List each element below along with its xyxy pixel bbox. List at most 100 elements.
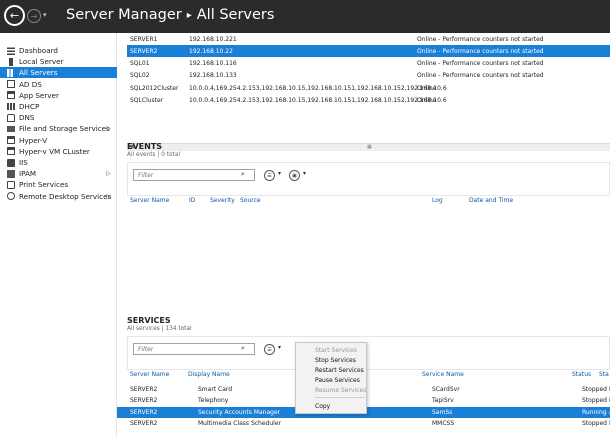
col-server-name[interactable]: Server Name	[130, 371, 169, 378]
service-display-name: Smart Card	[198, 386, 233, 393]
server-name: SQL01	[130, 60, 150, 68]
app-server-icon	[7, 91, 15, 100]
sidebar-item-label: IIS	[19, 158, 28, 167]
context-menu-item[interactable]: Copy	[296, 401, 368, 411]
service-server: SERVER2	[130, 419, 158, 427]
sidebar-item[interactable]: Hyper-V	[0, 135, 117, 146]
scroll-thumb[interactable]: ▦	[367, 144, 372, 150]
hyper-v-cluster-icon	[7, 147, 15, 156]
sidebar-item[interactable]: Remote Desktop Services ▷	[0, 191, 117, 202]
hyper-v-icon	[7, 136, 15, 145]
dhcp-icon	[7, 103, 15, 110]
col-service-name[interactable]: Service Name	[422, 371, 464, 378]
sidebar-item[interactable]: AD DS	[0, 79, 117, 90]
sidebar-item[interactable]: DHCP	[0, 101, 117, 112]
service-name: MMCSS	[432, 419, 455, 427]
chevron-down-icon[interactable]: ▾	[278, 344, 281, 351]
history-dropdown-icon[interactable]: ▾	[43, 11, 47, 19]
service-server: SERVER2	[130, 397, 158, 405]
save-view-icon[interactable]: ▣	[289, 170, 300, 181]
server-row[interactable]: SERVER2 192.168.10.22 Online - Performance…	[127, 45, 610, 58]
title-bar: ← → ▾ Server Manager ▸ All Servers	[0, 0, 610, 33]
server-row[interactable]: SERVER1 192.168.10.221 Online - Performanc…	[127, 33, 610, 45]
file-storage-icon	[7, 125, 15, 132]
servers-icon	[7, 68, 15, 77]
sidebar-item[interactable]: App Server	[0, 90, 117, 101]
ad-ds-icon	[7, 80, 15, 89]
sidebar-item[interactable]: All Servers	[0, 67, 117, 79]
sidebar-item[interactable]: Print Services	[0, 179, 117, 190]
events-title: EVENTS	[127, 142, 163, 151]
expand-arrow-icon[interactable]: ▷	[106, 170, 111, 177]
expand-arrow-icon[interactable]: ▷	[106, 193, 111, 200]
service-name: SamSs	[432, 408, 453, 416]
forward-button[interactable]: →	[27, 9, 41, 23]
context-menu-item[interactable]: Stop Services	[296, 355, 368, 365]
events-filter-input[interactable]	[133, 169, 255, 181]
chevron-down-icon[interactable]: ▾	[278, 170, 281, 177]
sidebar-item[interactable]: IIS	[0, 157, 117, 168]
server-name: SQLCluster	[130, 97, 164, 104]
context-menu-item[interactable]: Restart Services	[296, 365, 368, 375]
sidebar-item-label: File and Storage Services	[19, 124, 110, 134]
sidebar-item-label: Remote Desktop Services	[19, 191, 112, 201]
search-icon[interactable]: ⌕	[241, 170, 245, 179]
server-status: Online - Performance counters not starte…	[417, 35, 544, 43]
title-app: Server Manager	[66, 7, 182, 23]
sidebar-item-label: DHCP	[19, 102, 40, 111]
title-separator: ▸	[186, 10, 192, 21]
service-display-name: Telephony	[198, 397, 229, 405]
service-status: Stopped	[582, 386, 607, 393]
print-icon	[7, 180, 15, 189]
chevron-down-icon[interactable]: ▾	[303, 170, 306, 177]
service-row[interactable]: SERVER2 Multimedia Class Scheduler MMCSS St…	[117, 418, 610, 429]
col-date-time[interactable]: Date and Time	[469, 197, 513, 204]
service-name: TapiSrv	[432, 397, 454, 405]
col-log[interactable]: Log	[432, 197, 443, 204]
col-source[interactable]: Source	[240, 197, 261, 204]
col-startup[interactable]: Sta	[599, 371, 609, 378]
sidebar-item[interactable]: Local Server	[0, 56, 117, 67]
context-menu-item[interactable]: Pause Services	[296, 375, 368, 385]
server-row[interactable]: SQL01 192.168.10.116 Online - Performance …	[127, 58, 610, 70]
server-ip: 192.168.10.116	[189, 60, 237, 68]
col-id[interactable]: ID	[189, 197, 195, 204]
service-display-name: Security Accounts Manager	[198, 408, 281, 416]
list-view-icon[interactable]: ☰	[264, 170, 275, 181]
sidebar-item[interactable]: Dashboard	[0, 45, 117, 56]
service-display-name: Multimedia Class Scheduler	[198, 419, 281, 427]
events-subtitle: All events | 0 total	[127, 152, 180, 158]
sidebar-item[interactable]: DNS	[0, 112, 117, 123]
server-name: SERVER2	[130, 47, 158, 55]
server-row[interactable]: SQL2012Cluster 10.0.0.4,169.254.2.153,192…	[127, 82, 610, 94]
list-view-icon[interactable]: ☰	[264, 344, 275, 355]
sidebar-item-label: IPAM	[19, 169, 37, 179]
search-icon[interactable]: ⌕	[241, 344, 245, 353]
col-status[interactable]: Status	[572, 371, 591, 378]
server-ip: 192.168.10.221	[189, 35, 237, 43]
server-name: SQL2012Cluster	[130, 84, 179, 92]
col-severity[interactable]: Severity	[210, 197, 235, 204]
back-arrow-icon: ←	[9, 9, 20, 22]
col-display-name[interactable]: Display Name	[188, 371, 230, 378]
horizontal-scrollbar[interactable]: ◀ ▦	[127, 143, 610, 151]
sidebar-item-label: Dashboard	[19, 46, 58, 55]
sidebar-item-label: DNS	[19, 113, 35, 123]
server-row[interactable]: SQLCluster 10.0.0.4,169.254.2.153,192.168…	[127, 95, 610, 107]
services-filter-input[interactable]	[133, 343, 255, 355]
service-status: Stopped	[582, 397, 607, 405]
service-status: Running	[582, 408, 607, 416]
back-button[interactable]: ←	[4, 5, 25, 26]
expand-arrow-icon[interactable]: ▷	[106, 125, 111, 132]
remote-desktop-icon	[7, 192, 15, 201]
sidebar-item[interactable]: IPAM ▷	[0, 168, 117, 179]
service-status: Stopped	[582, 419, 607, 427]
server-ip: 192.168.10.133	[189, 72, 237, 80]
window-title: Server Manager ▸ All Servers	[66, 7, 274, 23]
sidebar-item-label: All Servers	[19, 68, 58, 78]
col-server-name[interactable]: Server Name	[130, 197, 169, 204]
sidebar-item[interactable]: Hyper-v VM CLuster	[0, 146, 117, 157]
sidebar: Dashboard Local Server All Servers AD DS App…	[0, 33, 117, 436]
sidebar-item[interactable]: File and Storage Services ▷	[0, 123, 117, 134]
server-row[interactable]: SQL02 192.168.10.133 Online - Performance …	[127, 70, 610, 82]
